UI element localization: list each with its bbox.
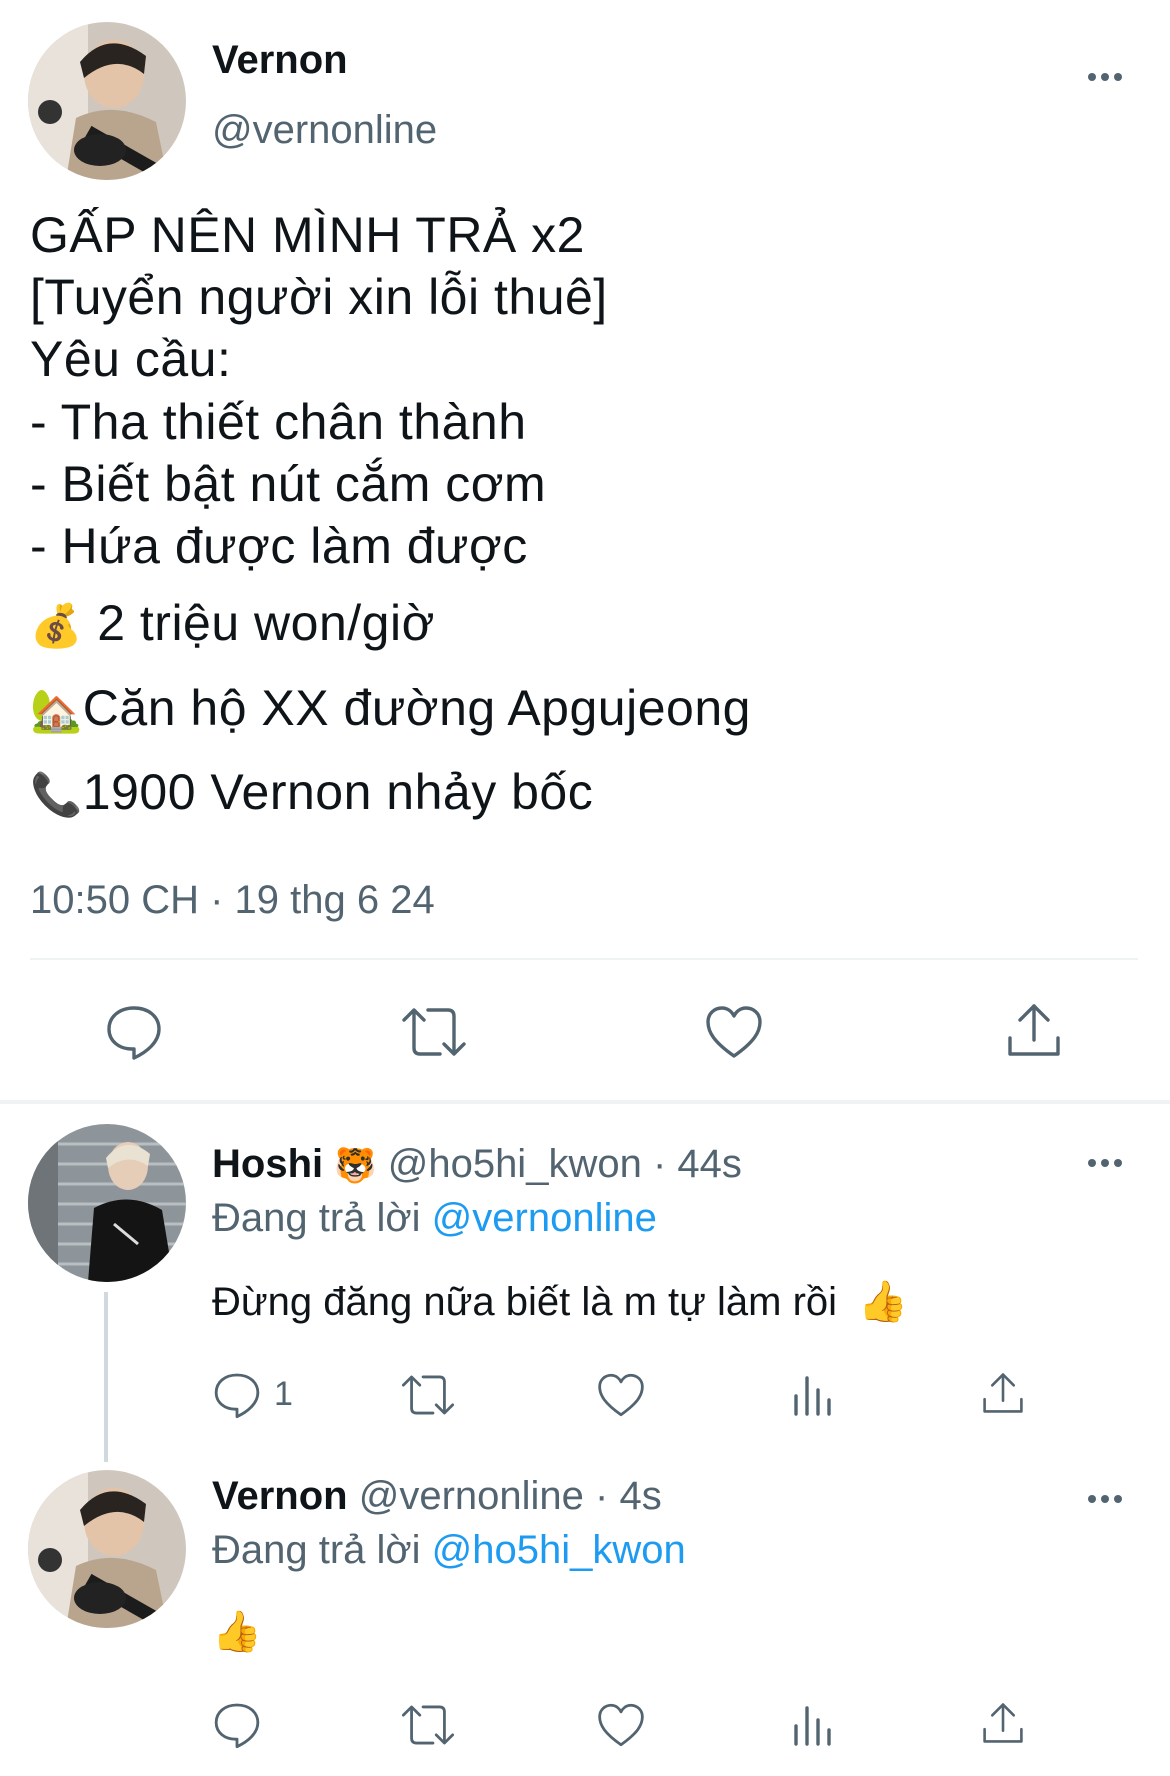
like-icon[interactable]: [596, 1372, 646, 1418]
section-separator: [0, 1100, 1170, 1104]
tweet-text-line: - Tha thiết chân thành: [30, 394, 527, 450]
replying-to: Đang trả lời @ho5hi_kwon: [212, 1526, 686, 1574]
replying-prefix: Đang trả lời: [212, 1528, 421, 1572]
reply-icon[interactable]: [104, 1002, 164, 1062]
reply-count: 1: [274, 1375, 293, 1413]
replying-to: Đang trả lời @vernonline: [212, 1194, 657, 1242]
reply-text-content: Đừng đăng nữa biết là m tự làm rồi: [212, 1280, 838, 1324]
share-icon[interactable]: [980, 1700, 1026, 1746]
tweet-text-line: Yêu cầu:: [30, 331, 232, 387]
tiger-emoji: 🐯: [334, 1147, 377, 1185]
author-name[interactable]: Hoshi: [212, 1142, 323, 1186]
timestamp[interactable]: 10:50 CH · 19 thg 6 24: [30, 876, 435, 924]
price-text: 2 triệu won/giờ: [97, 595, 435, 651]
like-icon[interactable]: [596, 1702, 646, 1748]
share-icon[interactable]: [1004, 1000, 1064, 1060]
retweet-icon[interactable]: [400, 1702, 456, 1748]
reply-text: Đừng đăng nữa biết là m tự làm rồi 👍: [212, 1278, 908, 1326]
tweet-text-line: [Tuyển người xin lỗi thuê]: [30, 269, 608, 325]
author-handle[interactable]: @vernonline: [359, 1474, 584, 1518]
avatar-vernon[interactable]: [28, 1470, 186, 1628]
author-handle[interactable]: @vernonline: [212, 106, 437, 154]
replying-prefix: Đang trả lời: [212, 1196, 421, 1240]
price-line: 💰 2 triệu won/giờ: [30, 592, 435, 657]
thumbs-up-emoji: 👍: [858, 1280, 908, 1324]
tweet-text-line: GẤP NÊN MÌNH TRẢ x2: [30, 207, 585, 263]
thread-line: [104, 1292, 108, 1462]
replying-to-handle[interactable]: @vernonline: [432, 1196, 657, 1240]
address-line: 🏡Căn hộ XX đường Apgujeong: [30, 677, 751, 742]
reply-icon[interactable]: [212, 1370, 262, 1420]
divider: [30, 958, 1138, 960]
avatar-hoshi[interactable]: [28, 1124, 186, 1282]
reply-icon[interactable]: [212, 1700, 262, 1750]
more-icon[interactable]: [1088, 68, 1132, 82]
retweet-icon[interactable]: [400, 1372, 456, 1418]
thumbs-up-emoji: 👍: [212, 1610, 262, 1654]
replying-to-handle[interactable]: @ho5hi_kwon: [432, 1528, 686, 1572]
reply-time[interactable]: · 4s: [595, 1474, 662, 1518]
more-icon[interactable]: [1088, 1490, 1132, 1504]
more-icon[interactable]: [1088, 1154, 1132, 1168]
house-emoji: 🏡: [30, 687, 83, 734]
tweet-text-line: - Biết bật nút cắm cơm: [30, 456, 547, 512]
tweet-text-line: - Hứa được làm được: [30, 518, 528, 574]
author-handle[interactable]: @ho5hi_kwon: [388, 1142, 642, 1186]
phone-emoji: 📞: [30, 771, 83, 818]
views-icon[interactable]: [790, 1372, 836, 1418]
reply-text: 👍: [212, 1608, 262, 1656]
author-name[interactable]: Vernon: [212, 1474, 348, 1518]
views-icon[interactable]: [790, 1702, 836, 1748]
like-icon[interactable]: [704, 1004, 764, 1060]
reply-header: Vernon @vernonline · 4s: [212, 1472, 662, 1520]
reply-time[interactable]: · 44s: [653, 1142, 742, 1186]
author-name[interactable]: Vernon: [212, 36, 348, 84]
retweet-icon[interactable]: [400, 1004, 468, 1060]
phone-line: 📞1900 Vernon nhảy bốc: [30, 761, 593, 826]
share-icon[interactable]: [980, 1370, 1026, 1416]
reply-header: Hoshi 🐯 @ho5hi_kwon · 44s: [212, 1140, 742, 1190]
money-bag-emoji: 💰: [30, 602, 83, 649]
phone-text: 1900 Vernon nhảy bốc: [82, 764, 594, 820]
address-text: Căn hộ XX đường Apgujeong: [82, 680, 751, 736]
avatar-vernon[interactable]: [28, 22, 186, 180]
